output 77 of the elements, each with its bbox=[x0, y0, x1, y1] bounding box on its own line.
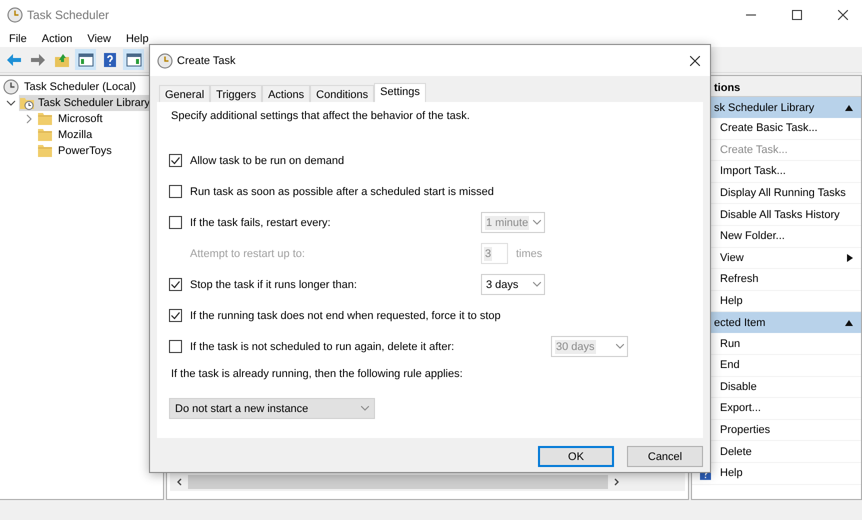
chevron-down-icon bbox=[533, 282, 541, 287]
checkbox[interactable] bbox=[169, 216, 182, 229]
forward-arrow-icon[interactable] bbox=[30, 52, 46, 68]
dialog-button[interactable]: OK bbox=[538, 446, 614, 467]
close-icon[interactable] bbox=[838, 10, 848, 20]
help-icon[interactable] bbox=[102, 52, 118, 68]
chevron-down-icon bbox=[533, 220, 541, 225]
checkbox-label: Run task as soon as possible after a scheduled start is missed bbox=[190, 186, 494, 198]
pane-command[interactable]: New Folder... bbox=[720, 230, 785, 242]
tree-item[interactable]: PowerToys bbox=[56, 145, 114, 157]
pane-command[interactable]: Disable All Tasks History bbox=[720, 208, 840, 221]
field-label: Attempt to restart up to: bbox=[190, 248, 306, 260]
description-text: Specify additional settings that affect the behavior of the task. bbox=[170, 109, 471, 124]
pane-command[interactable]: Properties bbox=[720, 424, 770, 436]
checkbox[interactable] bbox=[169, 185, 182, 198]
dropdown[interactable]: Do not start a new instance bbox=[169, 398, 375, 419]
pane-command[interactable]: Delete bbox=[720, 446, 752, 458]
folder-icon bbox=[37, 143, 53, 159]
pane-command[interactable]: Help bbox=[720, 295, 743, 308]
tree-item[interactable]: Task Scheduler (Local) bbox=[22, 81, 138, 93]
unit-label: times bbox=[516, 248, 542, 260]
chevron-down-icon[interactable] bbox=[6, 98, 16, 108]
menu-item[interactable]: Help bbox=[126, 32, 149, 44]
collapse-triangle-icon[interactable] bbox=[845, 320, 853, 326]
pane-command[interactable]: Import Task... bbox=[720, 165, 786, 178]
console-tree-icon[interactable] bbox=[78, 52, 94, 68]
pane-command[interactable]: Export... bbox=[720, 402, 761, 414]
scroll-left-icon[interactable] bbox=[176, 478, 184, 486]
menu-item[interactable]: Action bbox=[42, 32, 72, 44]
maximize-icon[interactable] bbox=[792, 10, 802, 20]
pane-command[interactable]: Refresh bbox=[720, 273, 759, 286]
checkbox-label: Allow task to be run on demand bbox=[190, 154, 346, 166]
pane-command[interactable]: Create Basic Task... bbox=[720, 122, 818, 134]
chevron-down-icon bbox=[616, 344, 624, 349]
pane-command[interactable]: Run bbox=[720, 338, 740, 350]
action-pane-icon[interactable] bbox=[126, 52, 142, 68]
checkbox-label: If the running task does not end when requested, force it to stop bbox=[190, 310, 501, 322]
tab[interactable]: General bbox=[159, 85, 210, 102]
checkbox[interactable] bbox=[169, 154, 182, 167]
menu-item[interactable]: View bbox=[87, 32, 111, 44]
tree-item[interactable]: Microsoft bbox=[56, 113, 105, 125]
collapse-triangle-icon[interactable] bbox=[845, 104, 853, 110]
checkbox[interactable] bbox=[169, 278, 182, 291]
horizontal-scrollbar[interactable] bbox=[170, 472, 685, 491]
pane-command[interactable]: Display All Running Tasks bbox=[720, 187, 846, 200]
clock-icon bbox=[3, 79, 19, 95]
checkbox-label: If the task fails, restart every: bbox=[190, 216, 332, 228]
checkbox[interactable] bbox=[169, 309, 182, 322]
tab[interactable]: Settings bbox=[374, 83, 426, 102]
checkbox[interactable] bbox=[169, 340, 182, 353]
checkbox-label: Stop the task if it runs longer than: bbox=[190, 278, 358, 290]
tree-item[interactable]: Mozilla bbox=[56, 129, 94, 141]
checkbox-label: If the task is not scheduled to run again, delete it after: bbox=[190, 340, 456, 352]
rule-label: If the task is already running, then the following rule applies: bbox=[170, 367, 464, 382]
back-arrow-icon[interactable] bbox=[6, 52, 22, 68]
menu-item[interactable]: File bbox=[9, 32, 27, 44]
folder-icon bbox=[37, 127, 53, 143]
chevron-down-icon bbox=[361, 406, 369, 411]
pane-command[interactable]: End bbox=[720, 359, 740, 372]
pane-command[interactable]: View bbox=[720, 252, 744, 264]
tab[interactable]: Triggers bbox=[210, 85, 262, 102]
clock-icon bbox=[157, 52, 173, 68]
pane-command[interactable]: Help bbox=[720, 467, 743, 480]
window-title: Task Scheduler bbox=[27, 8, 110, 22]
pane-command[interactable]: Disable bbox=[720, 380, 757, 393]
tab[interactable]: Actions bbox=[262, 85, 310, 102]
folder-icon bbox=[37, 111, 53, 127]
tab[interactable]: Conditions bbox=[310, 85, 374, 102]
close-icon[interactable] bbox=[690, 56, 700, 66]
chevron-right-icon[interactable] bbox=[24, 114, 34, 124]
scroll-right-icon[interactable] bbox=[612, 478, 620, 486]
folder-clock-icon bbox=[19, 95, 35, 111]
folder-up-icon[interactable] bbox=[54, 52, 70, 68]
dropdown[interactable]: 3 days bbox=[481, 274, 545, 295]
clock-icon bbox=[7, 7, 23, 23]
dialog-title: Create Task bbox=[177, 54, 236, 66]
dialog-button[interactable]: Cancel bbox=[627, 446, 703, 467]
